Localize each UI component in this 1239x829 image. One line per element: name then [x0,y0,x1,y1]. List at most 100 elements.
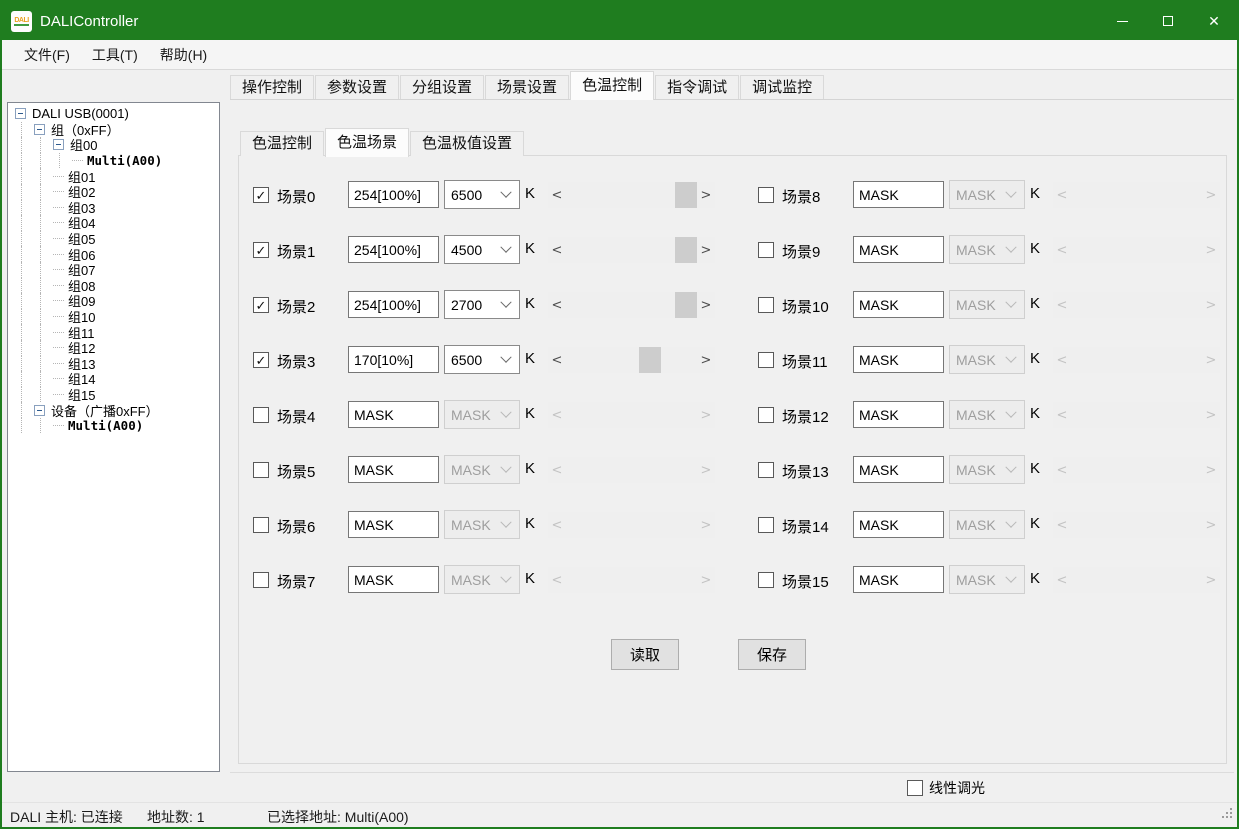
scroll-right-arrow[interactable]: > [1202,512,1220,538]
menu-item[interactable]: 帮助(H) [149,40,218,69]
scroll-right-arrow[interactable]: > [697,292,715,318]
value-scrollbar[interactable]: < > [1053,347,1220,373]
read-button[interactable]: 读取 [611,639,679,670]
scroll-right-arrow[interactable]: > [1202,347,1220,373]
scroll-thumb[interactable] [675,292,697,318]
scroll-track[interactable] [566,567,697,593]
scroll-track[interactable] [566,457,697,483]
scroll-right-arrow[interactable]: > [1202,292,1220,318]
scene-checkbox[interactable]: ✓ [758,187,774,203]
scroll-track[interactable] [1071,292,1202,318]
tree-node[interactable]: 组08 [12,278,219,294]
tree-node-label[interactable]: Multi(A00) [87,153,162,168]
scroll-track[interactable] [566,402,697,428]
scroll-left-arrow[interactable]: < [1053,292,1071,318]
scene-checkbox[interactable]: ✓ [758,297,774,313]
scene-checkbox[interactable]: ✓ [253,187,269,203]
tree-node-label[interactable]: Multi(A00) [68,418,143,433]
scroll-right-arrow[interactable]: > [1202,237,1220,263]
scene-checkbox[interactable]: ✓ [758,572,774,588]
tree-collapse-icon[interactable] [34,405,45,416]
kelvin-dropdown[interactable]: MASK [949,510,1025,539]
scroll-right-arrow[interactable]: > [697,512,715,538]
save-button[interactable]: 保存 [738,639,806,670]
kelvin-dropdown[interactable]: 4500 [444,235,520,264]
menu-item[interactable]: 工具(T) [81,40,149,69]
value-scrollbar[interactable]: < > [548,457,715,483]
scene-checkbox[interactable]: ✓ [253,352,269,368]
tree-node-label[interactable]: 设备（广播0xFF） [51,401,159,420]
scroll-left-arrow[interactable]: < [1053,567,1071,593]
scroll-right-arrow[interactable]: > [697,457,715,483]
kelvin-dropdown[interactable]: MASK [949,345,1025,374]
scene-checkbox[interactable]: ✓ [253,517,269,533]
close-button[interactable]: ✕ [1191,2,1237,40]
scene-checkbox[interactable]: ✓ [758,462,774,478]
tree-node[interactable]: 设备（广播0xFF） [12,402,219,418]
scroll-track[interactable] [1071,347,1202,373]
scroll-track[interactable] [1071,567,1202,593]
scroll-track[interactable] [566,347,697,373]
scroll-left-arrow[interactable]: < [548,237,566,263]
scroll-right-arrow[interactable]: > [1202,402,1220,428]
scene-value-input[interactable] [348,181,439,208]
scroll-left-arrow[interactable]: < [548,512,566,538]
value-scrollbar[interactable]: < > [1053,292,1220,318]
scene-value-input[interactable] [853,566,944,593]
tab-场景设置[interactable]: 场景设置 [485,75,569,99]
value-scrollbar[interactable]: < > [1053,567,1220,593]
tree-node[interactable]: Multi(A00) [12,153,219,169]
kelvin-dropdown[interactable]: MASK [949,290,1025,319]
tree-node[interactable]: 组（0xFF） [12,122,219,138]
scroll-track[interactable] [1071,457,1202,483]
value-scrollbar[interactable]: < > [1053,237,1220,263]
scene-checkbox[interactable]: ✓ [253,242,269,258]
value-scrollbar[interactable]: < > [548,512,715,538]
subtab-色温场景[interactable]: 色温场景 [325,128,409,157]
value-scrollbar[interactable]: < > [1053,512,1220,538]
scene-checkbox[interactable]: ✓ [758,517,774,533]
tree-collapse-icon[interactable] [15,108,26,119]
scene-value-input[interactable] [853,236,944,263]
scene-value-input[interactable] [853,346,944,373]
tree-collapse-icon[interactable] [34,124,45,135]
menu-item[interactable]: 文件(F) [13,40,81,69]
scroll-left-arrow[interactable]: < [1053,347,1071,373]
scroll-right-arrow[interactable]: > [697,567,715,593]
scene-value-input[interactable] [853,401,944,428]
linear-dimming-checkbox[interactable]: ✓ [907,780,923,796]
scene-value-input[interactable] [853,181,944,208]
scene-checkbox[interactable]: ✓ [758,352,774,368]
value-scrollbar[interactable]: < > [548,347,715,373]
scene-checkbox[interactable]: ✓ [758,407,774,423]
scroll-left-arrow[interactable]: < [548,347,566,373]
scroll-right-arrow[interactable]: > [697,237,715,263]
tab-分组设置[interactable]: 分组设置 [400,75,484,99]
scene-checkbox[interactable]: ✓ [253,297,269,313]
kelvin-dropdown[interactable]: MASK [444,455,520,484]
tree-node[interactable]: 组05 [12,231,219,247]
scroll-right-arrow[interactable]: > [697,347,715,373]
scene-value-input[interactable] [853,291,944,318]
scroll-left-arrow[interactable]: < [1053,457,1071,483]
tree-node[interactable]: 组12 [12,340,219,356]
scene-value-input[interactable] [853,511,944,538]
value-scrollbar[interactable]: < > [1053,182,1220,208]
tab-调试监控[interactable]: 调试监控 [740,75,824,99]
tab-色温控制[interactable]: 色温控制 [570,71,654,100]
scroll-right-arrow[interactable]: > [1202,457,1220,483]
scroll-left-arrow[interactable]: < [1053,182,1071,208]
scroll-track[interactable] [1071,182,1202,208]
kelvin-dropdown[interactable]: 2700 [444,290,520,319]
tree-node-label[interactable]: 组00 [70,135,97,154]
kelvin-dropdown[interactable]: MASK [444,510,520,539]
scroll-track[interactable] [1071,512,1202,538]
scroll-track[interactable] [566,182,697,208]
scroll-thumb[interactable] [675,237,697,263]
value-scrollbar[interactable]: < > [548,402,715,428]
tab-参数设置[interactable]: 参数设置 [315,75,399,99]
tree-node[interactable]: 组11 [12,324,219,340]
device-tree[interactable]: DALI USB(0001)组（0xFF）组00Multi(A00)组01组02… [7,102,220,772]
tree-node[interactable]: 组01 [12,168,219,184]
subtab-色温控制[interactable]: 色温控制 [240,131,324,156]
